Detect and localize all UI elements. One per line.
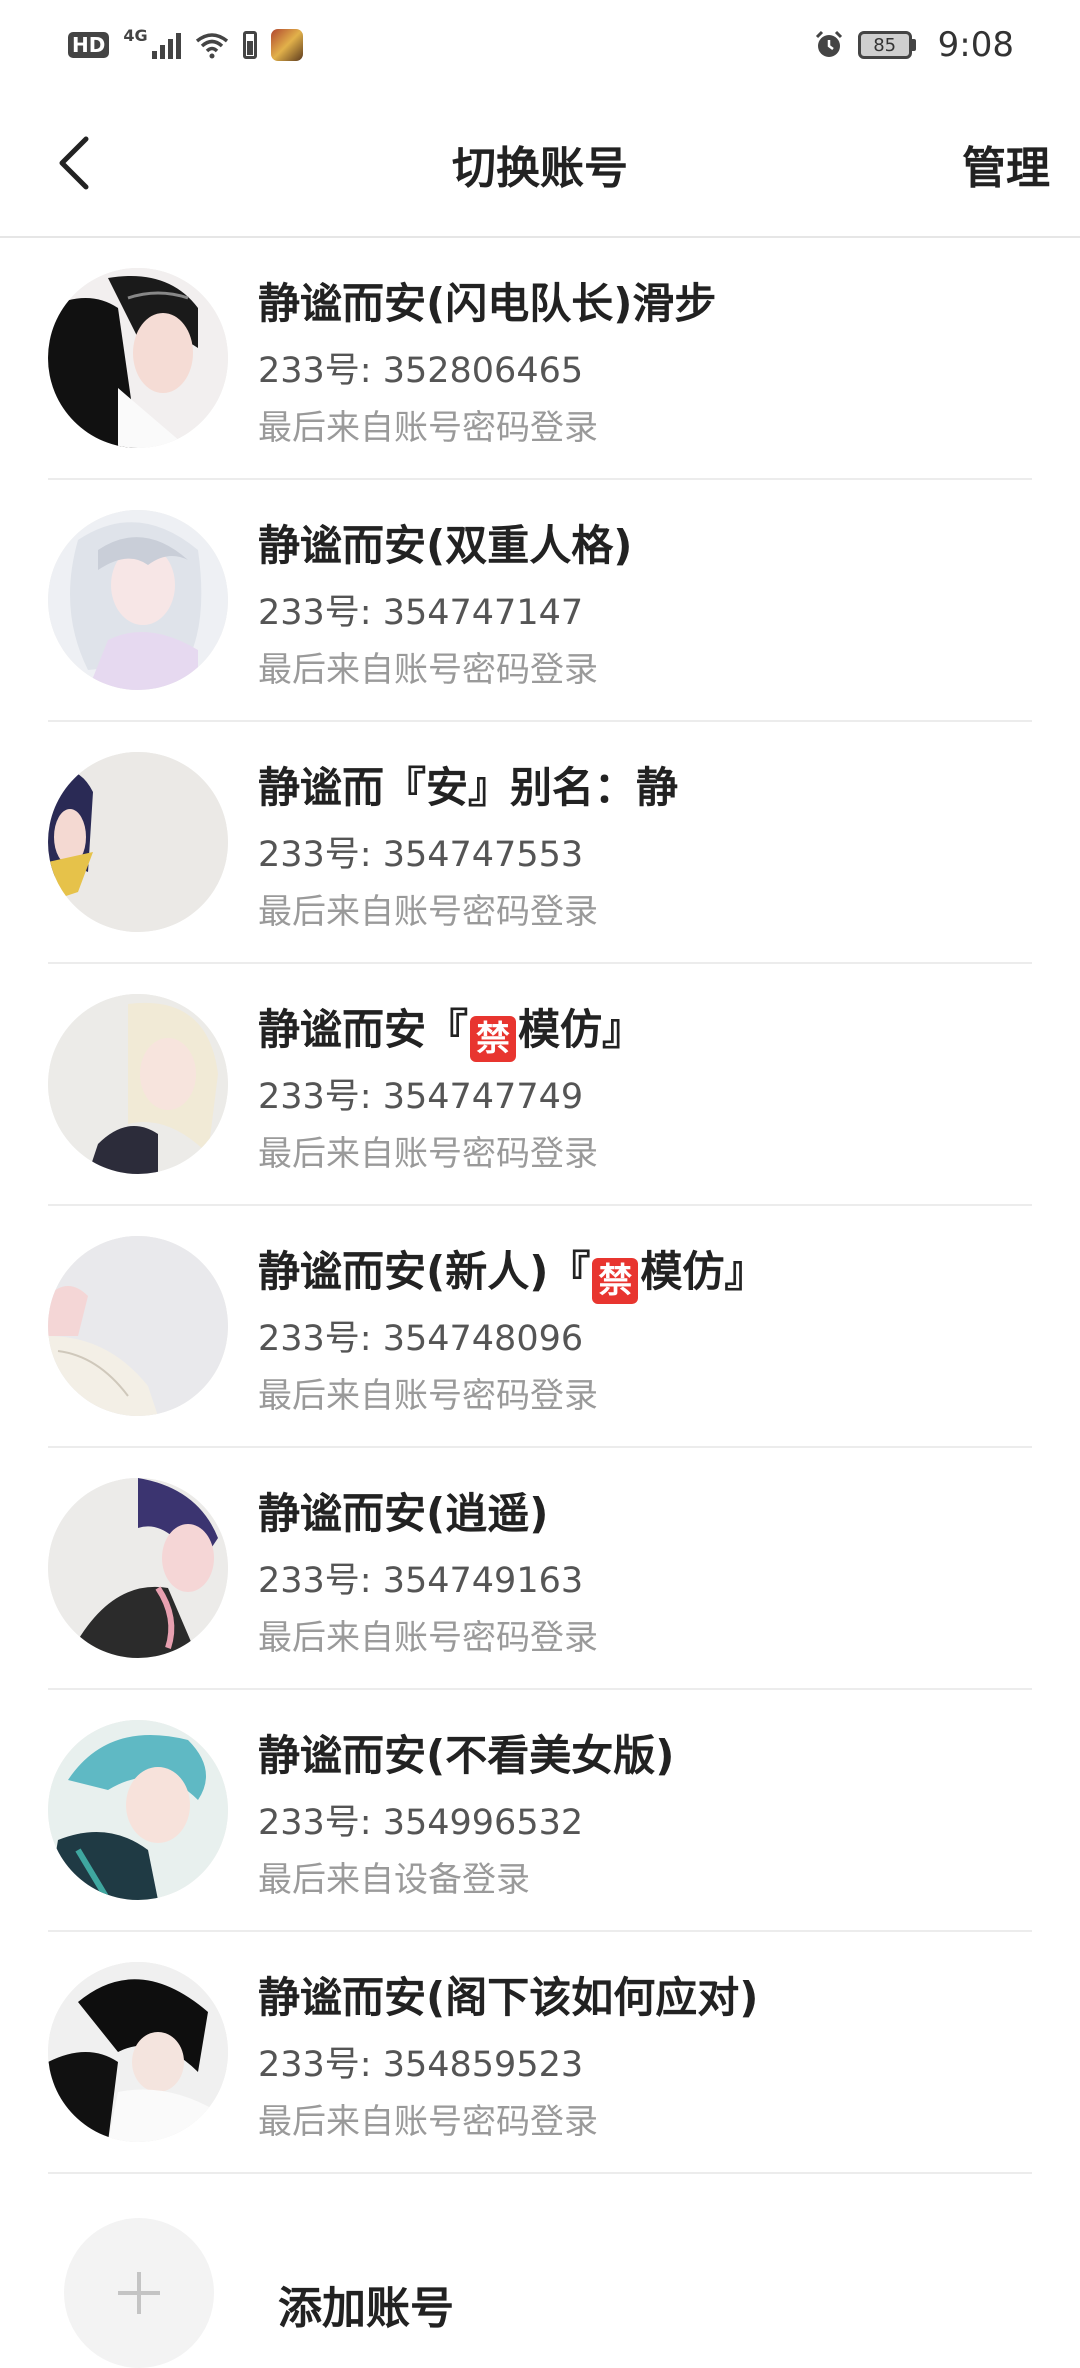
header-bar: 切换账号 管理 <box>0 90 1080 238</box>
clock-time: 9:08 <box>937 25 1014 65</box>
avatar <box>48 1236 228 1416</box>
account-name: 静谧而安(不看美女版) <box>258 1731 675 1780</box>
status-bar-right: 85 9:08 <box>814 25 1014 65</box>
account-name: 静谧而安(逍遥) <box>258 1489 549 1538</box>
account-name: 静谧而安(闪电队长)滑步 <box>258 279 717 328</box>
plus-icon <box>64 2218 214 2368</box>
avatar <box>48 1478 228 1658</box>
account-item[interactable]: 静谧而安『禁模仿』 233号: 354747749 最后来自账号密码登录 <box>48 964 1032 1206</box>
account-id: 233号: 354996532 <box>258 1803 584 1843</box>
account-name-suffix: 模仿』 <box>640 1247 767 1296</box>
wifi-icon <box>195 33 228 59</box>
account-list: 静谧而安(闪电队长)滑步 233号: 352806465 最后来自账号密码登录 … <box>0 238 1080 2174</box>
avatar <box>48 1962 228 2142</box>
add-account-button[interactable]: 添加账号 <box>48 2212 1032 2368</box>
account-name: 静谧而安(新人)『禁模仿』 <box>258 1238 766 1304</box>
signal-icon <box>151 31 181 59</box>
hd-indicator: HD <box>68 32 110 58</box>
account-name: 静谧而安(阁下该如何应对) <box>258 1973 759 2022</box>
account-name: 静谧而安(双重人格) <box>258 521 633 570</box>
network-type: 4G <box>123 25 148 45</box>
avatar <box>48 510 228 690</box>
account-item[interactable]: 静谧而安(闪电队长)滑步 233号: 352806465 最后来自账号密码登录 <box>48 238 1032 480</box>
avatar <box>48 752 228 932</box>
account-login-method: 最后来自设备登录 <box>258 1860 530 1900</box>
account-item[interactable]: 静谧而『安』别名：静 233号: 354747553 最后来自账号密码登录 <box>48 722 1032 964</box>
avatar <box>48 994 228 1174</box>
account-id: 233号: 354859523 <box>258 2045 584 2085</box>
account-item[interactable]: 静谧而安(逍遥) 233号: 354749163 最后来自账号密码登录 <box>48 1448 1032 1690</box>
status-bar: HD 4G 85 9:08 <box>0 0 1080 90</box>
account-name: 静谧而安『禁模仿』 <box>258 996 644 1062</box>
alarm-clock-icon <box>815 30 842 57</box>
account-name: 静谧而『安』别名：静 <box>258 763 679 812</box>
add-account-label: 添加账号 <box>278 2283 454 2334</box>
page-title: 切换账号 <box>452 143 628 194</box>
account-name-prefix: 静谧而安『 <box>258 1005 469 1054</box>
account-login-method: 最后来自账号密码登录 <box>258 1618 598 1658</box>
account-id: 233号: 352806465 <box>258 351 584 391</box>
account-id: 233号: 354749163 <box>258 1561 584 1601</box>
account-item[interactable]: 静谧而安(双重人格) 233号: 354747147 最后来自账号密码登录 <box>48 480 1032 722</box>
account-item[interactable]: 静谧而安(不看美女版) 233号: 354996532 最后来自设备登录 <box>48 1690 1032 1932</box>
battery-saver-icon <box>242 31 257 59</box>
account-login-method: 最后来自账号密码登录 <box>258 892 598 932</box>
account-id: 233号: 354748096 <box>258 1319 584 1359</box>
avatar <box>48 268 228 448</box>
account-id: 233号: 354747553 <box>258 835 584 875</box>
account-login-method: 最后来自账号密码登录 <box>258 1376 598 1416</box>
account-id: 233号: 354747147 <box>258 593 584 633</box>
battery-icon: 85 <box>857 31 916 59</box>
app-notification-icon <box>270 29 303 61</box>
battery-level: 85 <box>857 31 912 59</box>
account-name-prefix: 静谧而安(新人)『 <box>258 1247 591 1296</box>
account-item[interactable]: 静谧而安(新人)『禁模仿』 233号: 354748096 最后来自账号密码登录 <box>48 1206 1032 1448</box>
account-id: 233号: 354747749 <box>258 1077 584 1117</box>
ban-badge: 禁 <box>592 1258 639 1304</box>
avatar <box>48 1720 228 1900</box>
account-login-method: 最后来自账号密码登录 <box>258 650 598 690</box>
account-login-method: 最后来自账号密码登录 <box>258 408 598 448</box>
ban-badge: 禁 <box>470 1016 517 1062</box>
account-name-suffix: 模仿』 <box>518 1005 645 1054</box>
status-bar-left: HD 4G <box>68 25 303 61</box>
account-login-method: 最后来自账号密码登录 <box>258 2102 598 2142</box>
manage-button[interactable]: 管理 <box>962 132 1050 196</box>
account-login-method: 最后来自账号密码登录 <box>258 1134 598 1174</box>
account-item[interactable]: 静谧而安(阁下该如何应对) 233号: 354859523 最后来自账号密码登录 <box>48 1932 1032 2174</box>
